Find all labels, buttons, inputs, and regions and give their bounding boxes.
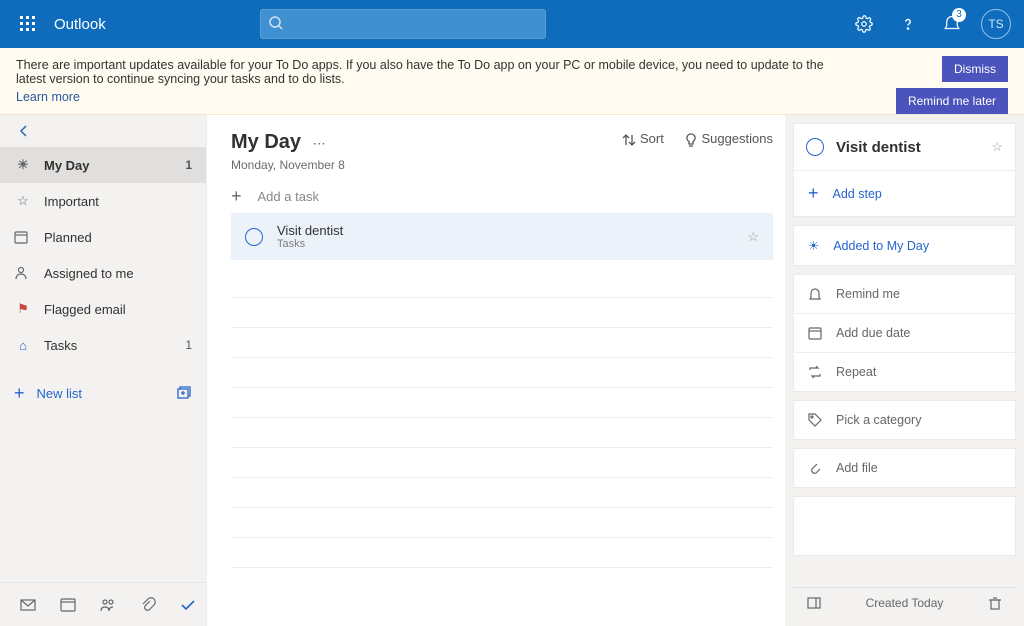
plus-icon: + [231, 186, 242, 207]
page-title: My Day [231, 131, 301, 153]
sidebar-item-assigned[interactable]: Assigned to me [0, 255, 206, 291]
notice-message: There are important updates available fo… [16, 58, 824, 86]
more-icon[interactable]: ⋯ [313, 136, 326, 151]
bell-icon [808, 287, 822, 301]
schedule-card: Remind me Add due date Repeat [793, 274, 1016, 392]
sidebar-item-count: 1 [185, 338, 192, 352]
main-actions: Sort Suggestions [622, 131, 773, 147]
people-icon[interactable] [100, 597, 116, 613]
remind-later-button[interactable]: Remind me later [896, 88, 1008, 114]
settings-icon[interactable] [844, 0, 884, 48]
add-task-field[interactable]: + Add a task [231, 186, 773, 207]
repeat-button[interactable]: Repeat [794, 353, 1015, 391]
home-icon: ⌂ [14, 338, 32, 353]
added-to-myday[interactable]: ☀ Added to My Day [793, 225, 1016, 266]
attach-icon [808, 461, 822, 475]
task-sub: Tasks [277, 238, 733, 250]
repeat-icon [808, 365, 822, 379]
main-content: My Day ⋯ Monday, November 8 Sort Suggest… [207, 115, 785, 626]
sidebar-list: ☀ My Day 1 ☆ Important Planned Ass [0, 147, 206, 582]
notice-actions: Dismiss Remind me later [896, 56, 1008, 114]
sidebar-item-label: Assigned to me [44, 266, 134, 281]
calendar-icon[interactable] [60, 597, 76, 613]
sidebar-item-label: Tasks [44, 338, 77, 353]
add-step-button[interactable]: + Add step [794, 171, 1015, 216]
sidebar: ☀ My Day 1 ☆ Important Planned Ass [0, 115, 207, 626]
todo-icon[interactable] [180, 597, 196, 613]
task-row[interactable]: Visit dentist Tasks ☆ [231, 213, 773, 260]
main-header: My Day ⋯ Monday, November 8 Sort Suggest… [231, 131, 773, 172]
sidebar-item-tasks[interactable]: ⌂ Tasks 1 [0, 327, 206, 363]
update-notice: There are important updates available fo… [0, 48, 1024, 115]
sidebar-item-myday[interactable]: ☀ My Day 1 [0, 147, 206, 183]
attach-icon[interactable] [140, 597, 156, 613]
notifications-icon[interactable]: 3 [932, 0, 972, 48]
sidebar-item-count: 1 [185, 158, 192, 172]
sidebar-item-flagged[interactable]: ⚑ Flagged email [0, 291, 206, 327]
calendar-icon [808, 326, 822, 340]
star-icon: ☆ [14, 193, 32, 209]
task-name: Visit dentist [277, 223, 733, 238]
search-input[interactable] [260, 9, 546, 39]
notice-text: There are important updates available fo… [16, 58, 836, 104]
detail-pane: Visit dentist ☆ + Add step ☀ Added to My… [785, 115, 1024, 626]
detail-title[interactable]: Visit dentist [836, 139, 979, 156]
notification-badge: 3 [952, 8, 966, 22]
avatar[interactable]: TS [976, 0, 1016, 48]
empty-rules [231, 268, 773, 568]
flag-icon: ⚑ [14, 301, 32, 317]
sidebar-item-label: Flagged email [44, 302, 126, 317]
avatar-initials: TS [981, 9, 1011, 39]
mail-icon[interactable] [20, 597, 36, 613]
remind-me-button[interactable]: Remind me [794, 275, 1015, 313]
star-icon[interactable]: ☆ [747, 229, 759, 245]
tag-icon [808, 413, 822, 427]
pick-category-button[interactable]: Pick a category [793, 400, 1016, 440]
sidebar-item-label: Important [44, 194, 99, 209]
complete-toggle[interactable] [806, 138, 824, 156]
task-body[interactable]: Visit dentist Tasks [277, 223, 733, 250]
delete-icon[interactable] [988, 596, 1002, 610]
header-actions: 3 TS [844, 0, 1016, 48]
note-input[interactable] [793, 496, 1016, 556]
sidebar-item-label: Planned [44, 230, 92, 245]
new-list-label: New list [37, 386, 83, 401]
search-container [260, 9, 546, 39]
plus-icon: + [808, 183, 819, 204]
calendar-icon [14, 230, 32, 244]
plus-icon: + [14, 383, 25, 404]
new-list-button[interactable]: + New list [0, 373, 206, 413]
sidebar-item-label: My Day [44, 158, 90, 173]
back-button[interactable] [0, 115, 206, 147]
hide-detail-icon[interactable] [807, 596, 821, 610]
created-label: Created Today [866, 596, 944, 610]
sort-button[interactable]: Sort [622, 131, 663, 147]
search-icon [268, 15, 284, 31]
sidebar-bottom [0, 582, 206, 626]
add-file-button[interactable]: Add file [793, 448, 1016, 488]
dismiss-button[interactable]: Dismiss [942, 56, 1008, 82]
subtitle: Monday, November 8 [231, 158, 345, 172]
brand-label[interactable]: Outlook [48, 16, 112, 33]
star-icon[interactable]: ☆ [991, 139, 1003, 155]
complete-toggle[interactable] [245, 228, 263, 246]
app-header: Outlook 3 TS [0, 0, 1024, 48]
new-group-icon[interactable] [176, 385, 192, 401]
add-task-placeholder: Add a task [258, 189, 319, 204]
app-launcher-icon[interactable] [8, 0, 48, 48]
learn-more-link[interactable]: Learn more [16, 90, 80, 104]
sun-icon: ☀ [14, 157, 32, 173]
layout: ☀ My Day 1 ☆ Important Planned Ass [0, 115, 1024, 626]
sidebar-item-important[interactable]: ☆ Important [0, 183, 206, 219]
sun-icon: ☀ [808, 238, 819, 253]
sidebar-item-planned[interactable]: Planned [0, 219, 206, 255]
task-list: Visit dentist Tasks ☆ [231, 213, 773, 260]
suggestions-button[interactable]: Suggestions [684, 131, 773, 147]
due-date-button[interactable]: Add due date [794, 314, 1015, 352]
person-icon [14, 266, 32, 280]
help-icon[interactable] [888, 0, 928, 48]
detail-header-card: Visit dentist ☆ + Add step [793, 123, 1016, 217]
